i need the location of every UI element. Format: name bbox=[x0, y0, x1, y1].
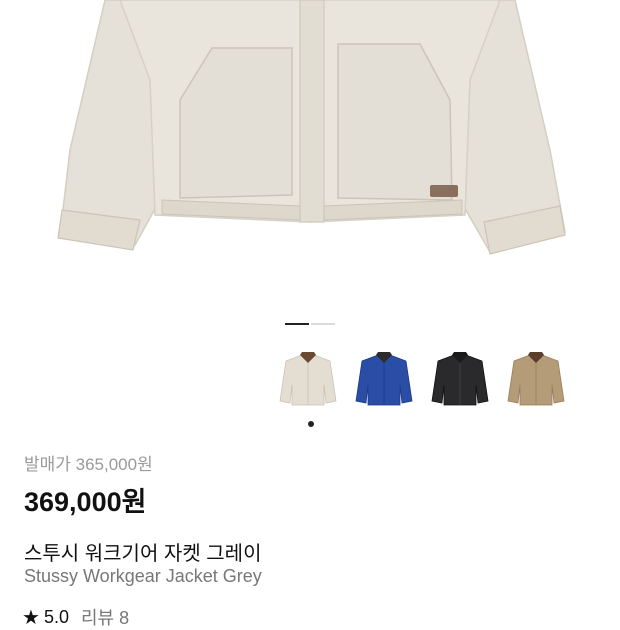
thumbnail-blue[interactable] bbox=[354, 348, 414, 412]
product-name-english: Stussy Workgear Jacket Grey bbox=[24, 566, 262, 586]
image-pager bbox=[285, 323, 335, 325]
pager-indicator-2[interactable] bbox=[311, 323, 335, 325]
review-count-link[interactable]: 리뷰 8 bbox=[81, 604, 129, 630]
rating-summary[interactable]: ★ 5.0 리뷰 8 bbox=[22, 604, 129, 630]
jacket-image bbox=[57, 0, 566, 255]
current-price: 369,000원 bbox=[24, 487, 147, 517]
release-price: 발매가 365,000원 bbox=[24, 455, 153, 474]
star-icon: ★ bbox=[22, 606, 40, 629]
product-main-image[interactable] bbox=[0, 0, 620, 300]
selected-thumbnail-indicator bbox=[308, 421, 314, 427]
rating-score: 5.0 bbox=[43, 606, 69, 627]
thumbnail-tan[interactable] bbox=[506, 348, 566, 412]
pager-indicator-1[interactable] bbox=[285, 323, 309, 325]
brand-label-patch bbox=[430, 185, 458, 197]
color-thumbnails bbox=[278, 348, 566, 412]
product-name-korean: 스투시 워크기어 자켓 그레이 bbox=[24, 543, 262, 565]
thumbnail-black[interactable] bbox=[430, 348, 490, 412]
thumbnail-grey[interactable] bbox=[278, 348, 338, 412]
